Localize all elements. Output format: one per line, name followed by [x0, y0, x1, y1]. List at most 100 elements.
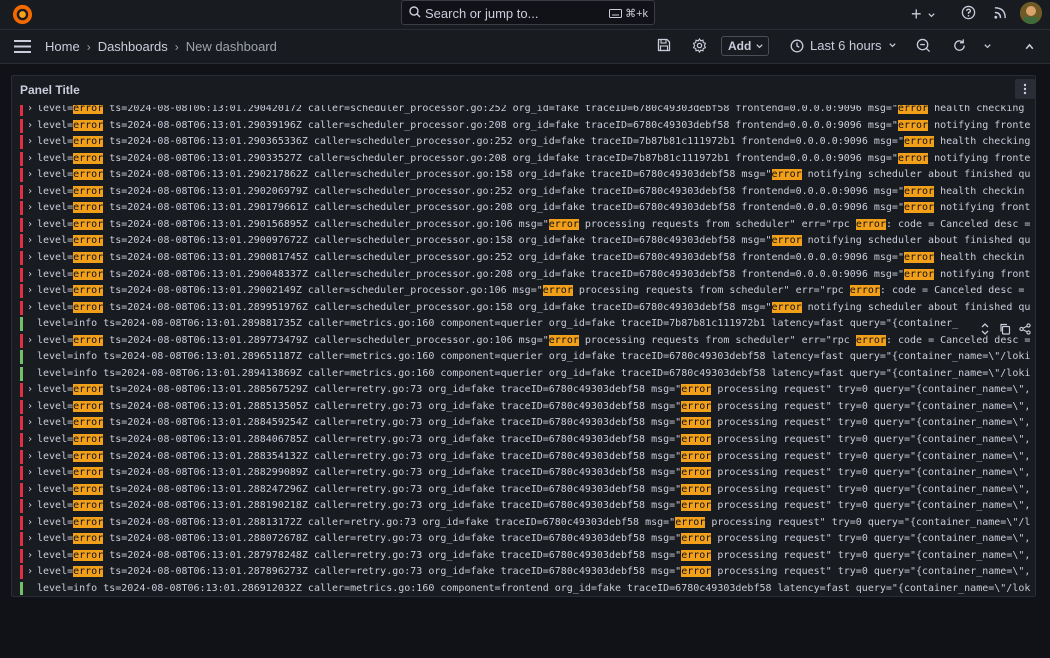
error-highlight: error — [73, 533, 104, 545]
expand-chevron-icon[interactable]: › — [27, 300, 33, 316]
expand-chevron-icon[interactable]: › — [27, 283, 33, 299]
log-row[interactable]: level=info ts=2024-08-08T06:13:01.289881… — [20, 316, 1035, 332]
plus-icon: + — [911, 4, 922, 24]
expand-chevron-icon[interactable]: › — [27, 399, 33, 415]
refresh-interval-chevron-down-icon[interactable] — [983, 42, 992, 51]
log-row[interactable]: › level=error ts=2024-08-08T06:13:01.2884… — [20, 415, 1035, 431]
expand-chevron-icon[interactable]: › — [27, 531, 33, 547]
panel-title[interactable]: Panel Title — [20, 83, 80, 97]
log-text: ts=2024-08-08T06:13:01.288072678Z caller… — [103, 533, 682, 545]
collapse-chevron-up-icon[interactable] — [1024, 41, 1035, 52]
log-row[interactable]: › level=error ts=2024-08-08T06:13:01.2882… — [20, 482, 1035, 498]
log-text: : code = Canceled desc = — [879, 285, 1025, 297]
log-text: notifying scheduler about finished qu — [801, 235, 1031, 247]
grafana-logo-icon[interactable] — [11, 3, 34, 26]
log-row[interactable]: › level=error ts=2024-08-08T06:13:01.2882… — [20, 465, 1035, 481]
log-row[interactable]: › level=error ts=2024-08-08T06:13:01.2897… — [20, 333, 1035, 349]
log-row[interactable]: › level=error ts=2024-08-08T06:13:01.2881… — [20, 498, 1035, 514]
panel-menu-button[interactable] — [1015, 79, 1035, 99]
log-text: level= — [37, 218, 74, 230]
log-row[interactable]: level=info ts=2024-08-08T06:13:01.286912… — [20, 581, 1035, 595]
search-input[interactable]: Search or jump to... ⌘+k — [401, 0, 655, 25]
news-feed-icon[interactable] — [993, 5, 1008, 20]
add-button[interactable]: Add — [721, 36, 769, 56]
log-text: ts=2024-08-08T06:13:01.28813172Z caller=… — [103, 516, 676, 528]
expand-chevron-icon[interactable]: › — [27, 217, 33, 233]
log-row[interactable]: › level=error ts=2024-08-08T06:13:01.2904… — [20, 105, 1035, 117]
log-text: ts=2024-08-08T06:13:01.289773479Z caller… — [103, 334, 549, 346]
breadcrumb-dashboards[interactable]: Dashboards — [98, 39, 168, 54]
help-icon[interactable] — [961, 5, 976, 20]
expand-chevron-icon[interactable]: › — [27, 118, 33, 134]
log-row[interactable]: › level=error ts=2024-08-08T06:13:01.2901… — [20, 217, 1035, 233]
log-row[interactable]: › level=error ts=2024-08-08T06:13:01.2900… — [20, 233, 1035, 249]
log-row[interactable]: › level=error ts=2024-08-08T06:13:01.2878… — [20, 564, 1035, 580]
expand-chevron-icon[interactable]: › — [27, 233, 33, 249]
expand-chevron-icon[interactable]: › — [27, 548, 33, 564]
expand-chevron-icon[interactable]: › — [27, 382, 33, 398]
log-row[interactable]: › level=error ts=2024-08-08T06:13:01.2900… — [20, 267, 1035, 283]
expand-chevron-icon[interactable]: › — [27, 465, 33, 481]
show-context-icon[interactable] — [979, 323, 991, 335]
expand-chevron-icon[interactable]: › — [27, 105, 33, 117]
log-row[interactable]: › level=error ts=2024-08-08T06:13:01.2900… — [20, 250, 1035, 266]
log-row[interactable]: › level=error ts=2024-08-08T06:13:01.2885… — [20, 382, 1035, 398]
user-avatar[interactable] — [1020, 2, 1042, 24]
expand-chevron-icon[interactable]: › — [27, 167, 33, 183]
log-row[interactable]: › level=error ts=2024-08-08T06:13:01.2880… — [20, 531, 1035, 547]
log-row[interactable]: › level=error ts=2024-08-08T06:13:01.2879… — [20, 548, 1035, 564]
log-row[interactable]: › level=error ts=2024-08-08T06:13:01.2902… — [20, 184, 1035, 200]
share-icon[interactable] — [1019, 323, 1031, 335]
log-lines: › level=error ts=2024-08-08T06:13:01.2904… — [20, 105, 1035, 595]
log-row[interactable]: › level=error ts=2024-08-08T06:13:01.2900… — [20, 283, 1035, 299]
expand-chevron-icon[interactable]: › — [27, 250, 33, 266]
log-row[interactable]: › level=error ts=2024-08-08T06:13:01.2899… — [20, 300, 1035, 316]
refresh-icon[interactable] — [952, 38, 967, 53]
time-range-picker[interactable]: Last 6 hours — [790, 38, 897, 53]
log-row[interactable]: level=info ts=2024-08-08T06:13:01.289651… — [20, 349, 1035, 365]
expand-chevron-icon[interactable]: › — [27, 515, 33, 531]
log-row[interactable]: › level=error ts=2024-08-08T06:13:01.2903… — [20, 134, 1035, 150]
log-text: level= — [37, 400, 74, 412]
log-row[interactable]: › level=error ts=2024-08-08T06:13:01.2901… — [20, 200, 1035, 216]
log-row[interactable]: level=info ts=2024-08-08T06:13:01.289413… — [20, 366, 1035, 382]
expand-chevron-icon[interactable]: › — [27, 449, 33, 465]
copy-icon[interactable] — [999, 323, 1011, 335]
zoom-out-icon[interactable] — [916, 38, 931, 53]
expand-chevron-icon[interactable]: › — [27, 267, 33, 283]
save-icon[interactable] — [657, 38, 671, 52]
settings-gear-icon[interactable] — [692, 38, 707, 53]
error-highlight: error — [681, 417, 712, 429]
log-row[interactable]: › level=error ts=2024-08-08T06:13:01.2885… — [20, 399, 1035, 415]
expand-chevron-icon[interactable]: › — [27, 482, 33, 498]
expand-chevron-icon[interactable]: › — [27, 151, 33, 167]
log-row[interactable]: › level=error ts=2024-08-08T06:13:01.2881… — [20, 515, 1035, 531]
log-line-text: level=error ts=2024-08-08T06:13:01.29009… — [37, 233, 1030, 249]
log-line-text: level=error ts=2024-08-08T06:13:01.28824… — [37, 482, 1030, 498]
menu-icon[interactable] — [14, 40, 31, 53]
new-menu-button[interactable]: + — [911, 5, 936, 25]
log-line-text: level=error ts=2024-08-08T06:13:01.29017… — [37, 200, 1030, 216]
expand-chevron-icon[interactable]: › — [27, 498, 33, 514]
error-highlight: error — [681, 384, 712, 396]
log-text: ts=2024-08-08T06:13:01.290097672Z caller… — [103, 235, 772, 247]
log-level-indicator — [20, 118, 23, 133]
expand-chevron-icon[interactable]: › — [27, 432, 33, 448]
log-level-indicator — [20, 399, 23, 414]
expand-chevron-icon[interactable]: › — [27, 415, 33, 431]
log-row[interactable]: › level=error ts=2024-08-08T06:13:01.2903… — [20, 151, 1035, 167]
breadcrumb-home[interactable]: Home — [45, 39, 80, 54]
log-row[interactable]: › level=error ts=2024-08-08T06:13:01.2903… — [20, 118, 1035, 134]
log-row[interactable]: › level=error ts=2024-08-08T06:13:01.2902… — [20, 167, 1035, 183]
expand-chevron-icon[interactable]: › — [27, 200, 33, 216]
log-text: level= — [37, 516, 74, 528]
error-highlight: error — [681, 483, 712, 495]
expand-chevron-icon[interactable]: › — [27, 564, 33, 580]
expand-chevron-icon[interactable]: › — [27, 184, 33, 200]
log-text: notifying scheduler about finished qu — [801, 169, 1031, 181]
log-row[interactable]: › level=error ts=2024-08-08T06:13:01.2884… — [20, 432, 1035, 448]
expand-chevron-icon[interactable]: › — [27, 333, 33, 349]
error-highlight: error — [903, 136, 935, 148]
expand-chevron-icon[interactable]: › — [27, 134, 33, 150]
log-row[interactable]: › level=error ts=2024-08-08T06:13:01.2883… — [20, 449, 1035, 465]
